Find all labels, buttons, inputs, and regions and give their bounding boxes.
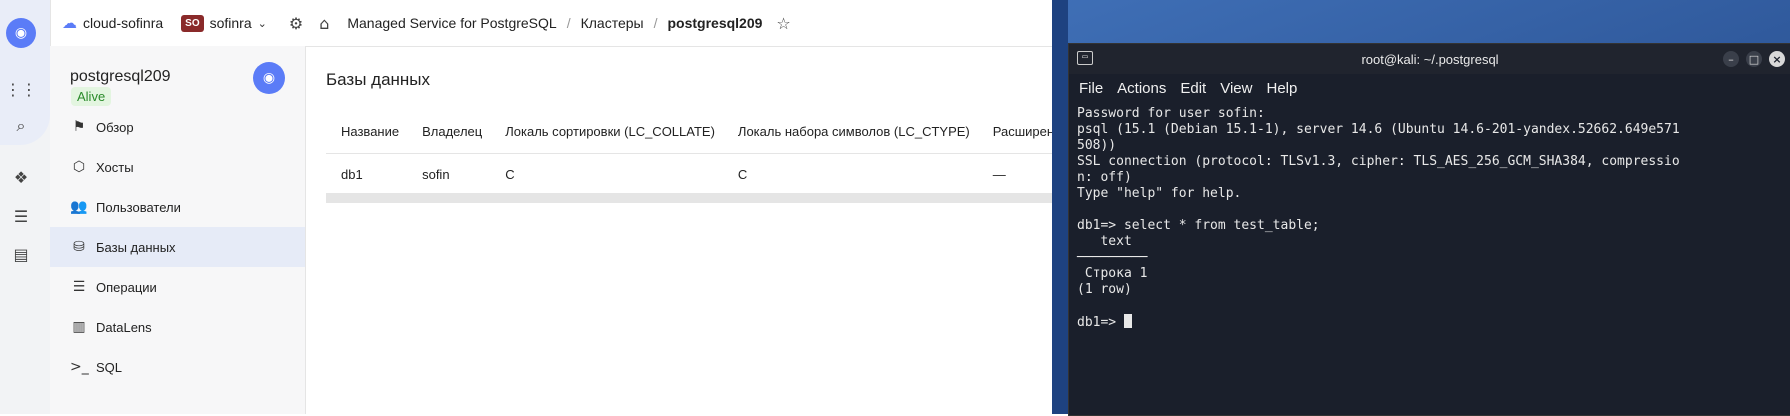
- terminal-line: Строка 1: [1077, 266, 1148, 281]
- cluster-sidebar: postgresql209 Alive ◉ ⚑ Обзор ⬡ Хосты 👥 …: [50, 46, 306, 414]
- minimize-icon[interactable]: –: [1723, 51, 1739, 67]
- menu-edit[interactable]: Edit: [1180, 80, 1206, 97]
- menu-actions[interactable]: Actions: [1117, 80, 1166, 97]
- yandex-cloud-logo-icon[interactable]: ◉: [6, 18, 36, 48]
- menu-file[interactable]: File: [1079, 80, 1103, 97]
- sidebar-item-label: Пользователи: [96, 199, 181, 215]
- sidebar-item-users[interactable]: 👥 Пользователи: [50, 187, 305, 227]
- cloud-icon: ☁: [62, 14, 77, 32]
- terminal-icon: ▭: [1077, 51, 1093, 65]
- users-icon: 👥: [70, 199, 88, 215]
- breadcrumb-separator: /: [653, 15, 658, 31]
- terminal-line: psql (15.1 (Debian 15.1-1), server 14.6 …: [1077, 122, 1680, 137]
- sidebar-item-label: Обзор: [96, 119, 134, 135]
- column-header[interactable]: Локаль сортировки (LC_COLLATE): [490, 110, 723, 154]
- terminal-menubar: File Actions Edit View Help: [1069, 74, 1790, 102]
- table-cell: db1: [341, 167, 363, 182]
- terminal-output[interactable]: Password for user sofin: psql (15.1 (Debi…: [1077, 106, 1777, 331]
- star-icon[interactable]: ☆: [776, 14, 790, 33]
- terminal-prompt: db1=>: [1077, 315, 1124, 330]
- sidebar-item-label: Операции: [96, 279, 157, 295]
- services-icon[interactable]: ❖: [10, 166, 32, 188]
- sidebar-item-datalens[interactable]: ▥ DataLens: [50, 307, 305, 347]
- terminal-line: ─────────: [1077, 250, 1148, 265]
- account-badge: SO: [181, 14, 204, 32]
- close-icon[interactable]: ×: [1769, 51, 1785, 67]
- breadcrumb-separator: /: [566, 15, 571, 31]
- terminal-line: text: [1077, 234, 1132, 249]
- terminal-title: root@kali: ~/.postgresql: [1361, 51, 1499, 67]
- status-badge: Alive: [71, 87, 112, 106]
- sidebar-item-sql[interactable]: >_ SQL: [50, 347, 305, 387]
- cloud-selector[interactable]: cloud-sofinra: [83, 15, 163, 31]
- apps-grid-icon[interactable]: ⋮⋮: [5, 78, 37, 100]
- archive-icon[interactable]: ▤: [10, 243, 32, 265]
- sidebar-item-operations[interactable]: ☰ Операции: [50, 267, 305, 307]
- sidebar-item-label: Базы данных: [96, 239, 176, 255]
- table-cell: C: [505, 167, 515, 182]
- sidebar-item-databases[interactable]: ⛁ Базы данных: [50, 227, 305, 267]
- terminal-line: Type "help" for help.: [1077, 186, 1242, 201]
- sidebar-item-hosts[interactable]: ⬡ Хосты: [50, 147, 305, 187]
- desktop-left-strip: [1052, 0, 1068, 414]
- breadcrumb-clusters[interactable]: Кластеры: [581, 15, 644, 31]
- column-header[interactable]: Название: [326, 110, 408, 154]
- sidebar-item-overview[interactable]: ⚑ Обзор: [50, 107, 305, 147]
- breadcrumb-service[interactable]: Managed Service for PostgreSQL: [347, 15, 556, 31]
- table-header-row: Название Владелец Локаль сортировки (LC_…: [326, 110, 1052, 154]
- sql-icon: >_: [70, 359, 89, 375]
- maximize-icon[interactable]: □: [1746, 51, 1762, 67]
- terminal-line: db1=> select * from test_table;: [1077, 218, 1320, 233]
- sidebar-item-label: Хосты: [96, 159, 134, 175]
- terminal-titlebar[interactable]: ▭ root@kali: ~/.postgresql – □ ×: [1069, 44, 1790, 74]
- terminal-prompt-line[interactable]: db1=>: [1077, 314, 1777, 331]
- table-cell: sofin: [422, 167, 450, 182]
- main-content: Базы данных Название Владелец Локаль сор…: [306, 46, 1052, 414]
- search-icon[interactable]: ⌕: [10, 115, 32, 137]
- operations-icon: ☰: [72, 279, 86, 295]
- table-row[interactable]: db1 sofin C C —: [326, 154, 1052, 196]
- terminal-line: Password for user sofin:: [1077, 106, 1265, 121]
- top-bar: ☁ cloud-sofinra SO sofinra ⌄ ⚙ ⌂ Managed…: [50, 0, 1052, 47]
- menu-help[interactable]: Help: [1266, 80, 1297, 97]
- terminal-window[interactable]: ▭ root@kali: ~/.postgresql – □ × File Ac…: [1068, 43, 1790, 416]
- chevron-down-icon[interactable]: ⌄: [258, 17, 267, 30]
- database-icon: ⛁: [73, 239, 85, 255]
- sidebar-item-label: DataLens: [96, 319, 152, 335]
- databases-table: Название Владелец Локаль сортировки (LC_…: [326, 110, 1052, 195]
- overview-icon: ⚑: [72, 119, 86, 135]
- menu-view[interactable]: View: [1220, 80, 1252, 97]
- column-header[interactable]: Локаль набора символов (LC_CTYPE): [722, 110, 978, 154]
- postgresql-icon: ◉: [253, 62, 285, 94]
- browser-window: ◉ ⋮⋮ ⌕ ❖ ☰ ▤ ☁ cloud-sofinra SO sofinra …: [0, 0, 1052, 414]
- breadcrumb-current: postgresql209: [667, 15, 763, 31]
- services-icon[interactable]: ⚙: [289, 14, 303, 33]
- terminal-line: 508)): [1077, 138, 1117, 153]
- terminal-line: (1 row): [1077, 282, 1132, 297]
- terminal-line: SSL connection (protocol: TLSv1.3, ciphe…: [1077, 154, 1680, 169]
- sidebar-item-label: SQL: [96, 359, 123, 375]
- cluster-name: postgresql209: [70, 68, 171, 85]
- column-header[interactable]: Владелец: [407, 110, 491, 154]
- home-icon[interactable]: ⌂: [319, 14, 329, 33]
- hosts-icon: ⬡: [72, 159, 86, 175]
- terminal-cursor: [1123, 314, 1132, 328]
- horizontal-scrollbar[interactable]: [326, 193, 1052, 203]
- left-rail: ◉ ⋮⋮ ⌕ ❖ ☰ ▤: [0, 0, 51, 414]
- table-cell: C: [737, 167, 748, 182]
- terminal-line: n: off): [1077, 170, 1132, 185]
- table-cell: —: [992, 167, 1006, 182]
- datalens-icon: ▥: [72, 319, 86, 335]
- checklist-icon[interactable]: ☰: [10, 205, 32, 227]
- account-name[interactable]: sofinra: [210, 15, 252, 31]
- page-title: Базы данных: [326, 70, 431, 89]
- column-header[interactable]: Расширен: [977, 110, 1052, 154]
